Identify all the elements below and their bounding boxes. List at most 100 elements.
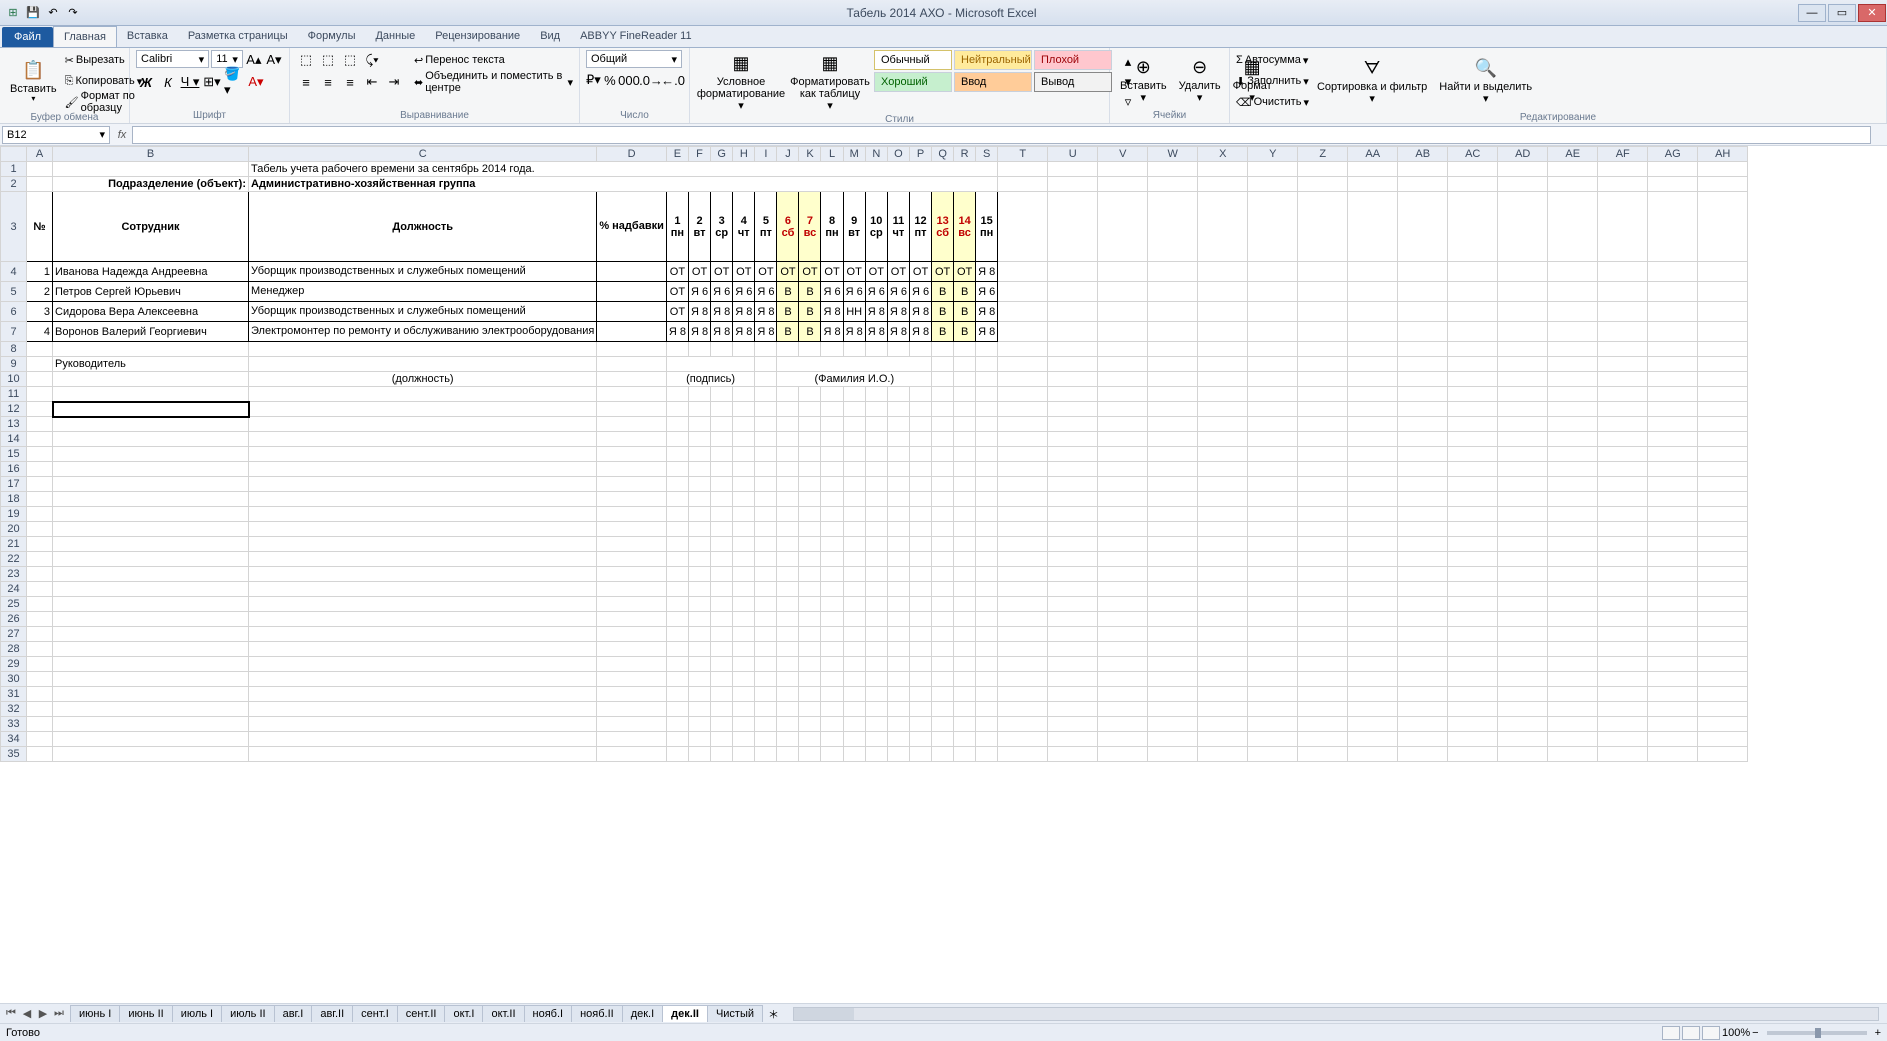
- tab-nav-first-icon[interactable]: ⏮: [4, 1007, 18, 1020]
- row-header[interactable]: 22: [1, 552, 27, 567]
- col-header[interactable]: H: [733, 147, 755, 162]
- col-header[interactable]: AA: [1348, 147, 1398, 162]
- row-header[interactable]: 7: [1, 322, 27, 342]
- maximize-button[interactable]: ▭: [1828, 4, 1856, 22]
- sheet-tab[interactable]: окт.I: [444, 1005, 483, 1022]
- inc-decimal-icon[interactable]: .0→: [641, 70, 661, 90]
- col-header[interactable]: K: [799, 147, 821, 162]
- worksheet-grid[interactable]: ABCDEFGHIJKLMNOPQRSTUVWXYZAAABACADAEAFAG…: [0, 146, 1887, 1003]
- align-bottom-icon[interactable]: ⬚: [340, 50, 360, 70]
- wrap-text-button[interactable]: ↩ Перенос текста: [414, 50, 573, 70]
- col-header[interactable]: Y: [1248, 147, 1298, 162]
- bold-icon[interactable]: Ж: [136, 72, 156, 92]
- ribbon-tab-4[interactable]: Данные: [365, 26, 425, 47]
- italic-icon[interactable]: К: [158, 72, 178, 92]
- col-header[interactable]: E: [666, 147, 688, 162]
- row-header[interactable]: 6: [1, 302, 27, 322]
- col-header[interactable]: N: [865, 147, 887, 162]
- find-select-button[interactable]: 🔍Найти и выделить▾: [1435, 50, 1536, 112]
- col-header[interactable]: AC: [1448, 147, 1498, 162]
- number-format-select[interactable]: Общий▾: [586, 50, 682, 68]
- col-header[interactable]: U: [1048, 147, 1098, 162]
- sort-filter-button[interactable]: ᗊСортировка и фильтр▾: [1313, 50, 1431, 112]
- row-header[interactable]: 16: [1, 462, 27, 477]
- zoom-slider[interactable]: [1767, 1031, 1867, 1035]
- grow-font-icon[interactable]: A▴: [245, 50, 263, 70]
- row-header[interactable]: 21: [1, 537, 27, 552]
- autosum-button[interactable]: Σ Автосумма ▾: [1236, 50, 1309, 70]
- row-header[interactable]: 30: [1, 672, 27, 687]
- insert-cells-button[interactable]: ⊕Вставить▾: [1116, 50, 1171, 110]
- indent-inc-icon[interactable]: ⇥: [384, 72, 404, 92]
- formula-input[interactable]: [132, 126, 1871, 144]
- style-normal[interactable]: Обычный: [874, 50, 952, 70]
- percent-icon[interactable]: %: [603, 70, 617, 90]
- row-header[interactable]: 28: [1, 642, 27, 657]
- col-header[interactable]: Q: [932, 147, 954, 162]
- col-header[interactable]: C: [249, 147, 597, 162]
- underline-icon[interactable]: Ч ▾: [180, 72, 200, 92]
- row-header[interactable]: 29: [1, 657, 27, 672]
- select-all[interactable]: [1, 147, 27, 162]
- row-header[interactable]: 17: [1, 477, 27, 492]
- align-right-icon[interactable]: ≡: [340, 72, 360, 92]
- row-header[interactable]: 25: [1, 597, 27, 612]
- row-header[interactable]: 31: [1, 687, 27, 702]
- col-header[interactable]: J: [777, 147, 799, 162]
- row-header[interactable]: 18: [1, 492, 27, 507]
- currency-icon[interactable]: ₽▾: [586, 70, 601, 90]
- align-center-icon[interactable]: ≡: [318, 72, 338, 92]
- style-good[interactable]: Хороший: [874, 72, 952, 92]
- fx-icon[interactable]: fx: [112, 129, 132, 141]
- close-button[interactable]: ✕: [1858, 4, 1886, 22]
- col-header[interactable]: M: [843, 147, 865, 162]
- ribbon-tab-2[interactable]: Разметка страницы: [178, 26, 298, 47]
- col-header[interactable]: G: [711, 147, 733, 162]
- row-header[interactable]: 15: [1, 447, 27, 462]
- save-icon[interactable]: 💾: [24, 4, 42, 22]
- ribbon-tab-0[interactable]: Главная: [53, 26, 117, 47]
- col-header[interactable]: O: [887, 147, 909, 162]
- view-layout-icon[interactable]: [1682, 1026, 1700, 1040]
- row-header[interactable]: 10: [1, 372, 27, 387]
- clear-button[interactable]: ⌫ Очистить ▾: [1236, 92, 1309, 112]
- row-header[interactable]: 2: [1, 177, 27, 192]
- sheet-tab[interactable]: нояб.I: [524, 1005, 573, 1022]
- zoom-in-icon[interactable]: +: [1875, 1027, 1881, 1039]
- col-header[interactable]: X: [1198, 147, 1248, 162]
- align-middle-icon[interactable]: ⬚: [318, 50, 338, 70]
- sheet-tab[interactable]: июль I: [172, 1005, 222, 1022]
- row-header[interactable]: 9: [1, 357, 27, 372]
- view-pagebreak-icon[interactable]: [1702, 1026, 1720, 1040]
- tab-nav-next-icon[interactable]: ▶: [36, 1007, 50, 1020]
- col-header[interactable]: AG: [1648, 147, 1698, 162]
- col-header[interactable]: F: [688, 147, 710, 162]
- view-normal-icon[interactable]: [1662, 1026, 1680, 1040]
- row-header[interactable]: 11: [1, 387, 27, 402]
- col-header[interactable]: AF: [1598, 147, 1648, 162]
- sheet-tab[interactable]: сент.I: [352, 1005, 398, 1022]
- dec-decimal-icon[interactable]: ←.0: [663, 70, 683, 90]
- row-header[interactable]: 23: [1, 567, 27, 582]
- delete-cells-button[interactable]: ⊖Удалить▾: [1175, 50, 1225, 110]
- row-header[interactable]: 20: [1, 522, 27, 537]
- col-header[interactable]: AE: [1548, 147, 1598, 162]
- borders-icon[interactable]: ⊞▾: [202, 72, 222, 92]
- format-as-table-button[interactable]: ▦Форматировать как таблицу ▾: [790, 50, 870, 114]
- fill-color-icon[interactable]: 🪣▾: [224, 72, 244, 92]
- horizontal-scrollbar[interactable]: [793, 1007, 1879, 1021]
- row-header[interactable]: 13: [1, 417, 27, 432]
- row-header[interactable]: 34: [1, 732, 27, 747]
- row-header[interactable]: 33: [1, 717, 27, 732]
- style-input[interactable]: Ввод: [954, 72, 1032, 92]
- ribbon-tab-7[interactable]: ABBYY FineReader 11: [570, 26, 702, 47]
- row-header[interactable]: 24: [1, 582, 27, 597]
- row-header[interactable]: 32: [1, 702, 27, 717]
- active-cell[interactable]: [53, 402, 249, 417]
- ribbon-tab-3[interactable]: Формулы: [298, 26, 366, 47]
- tab-nav-prev-icon[interactable]: ◀: [20, 1007, 34, 1020]
- col-header[interactable]: B: [53, 147, 249, 162]
- sheet-tab[interactable]: дек.II: [662, 1005, 708, 1022]
- font-color-icon[interactable]: A▾: [246, 72, 266, 92]
- merge-center-button[interactable]: ⬌ Объединить и поместить в центре ▾: [414, 72, 573, 92]
